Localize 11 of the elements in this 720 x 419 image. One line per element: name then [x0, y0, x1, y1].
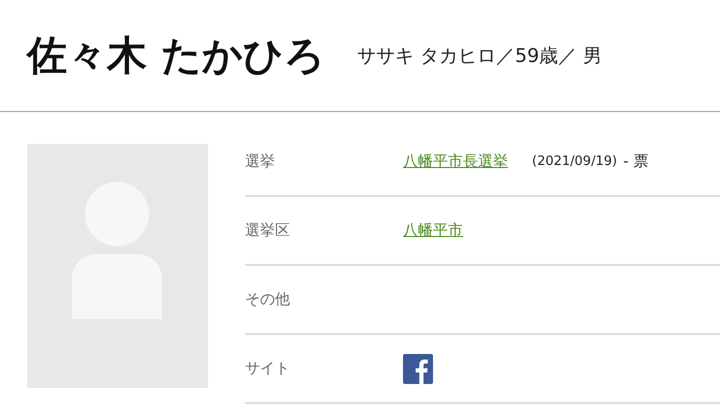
row-label: サイト: [245, 359, 291, 378]
vote-count: - 票: [623, 152, 648, 171]
election-date: (2021/09/19): [532, 154, 618, 169]
row-label: 選挙区: [245, 221, 291, 240]
candidate-details: ササキ タカヒロ／59歳／ 男: [356, 44, 602, 68]
facebook-icon[interactable]: [403, 354, 433, 384]
election-link[interactable]: 八幡平市長選挙: [403, 152, 508, 171]
district-link[interactable]: 八幡平市: [403, 221, 463, 240]
row-label: 選挙: [245, 152, 276, 171]
row-label: その他: [245, 290, 291, 309]
candidate-name: 佐々木 たかひろ: [27, 32, 325, 81]
